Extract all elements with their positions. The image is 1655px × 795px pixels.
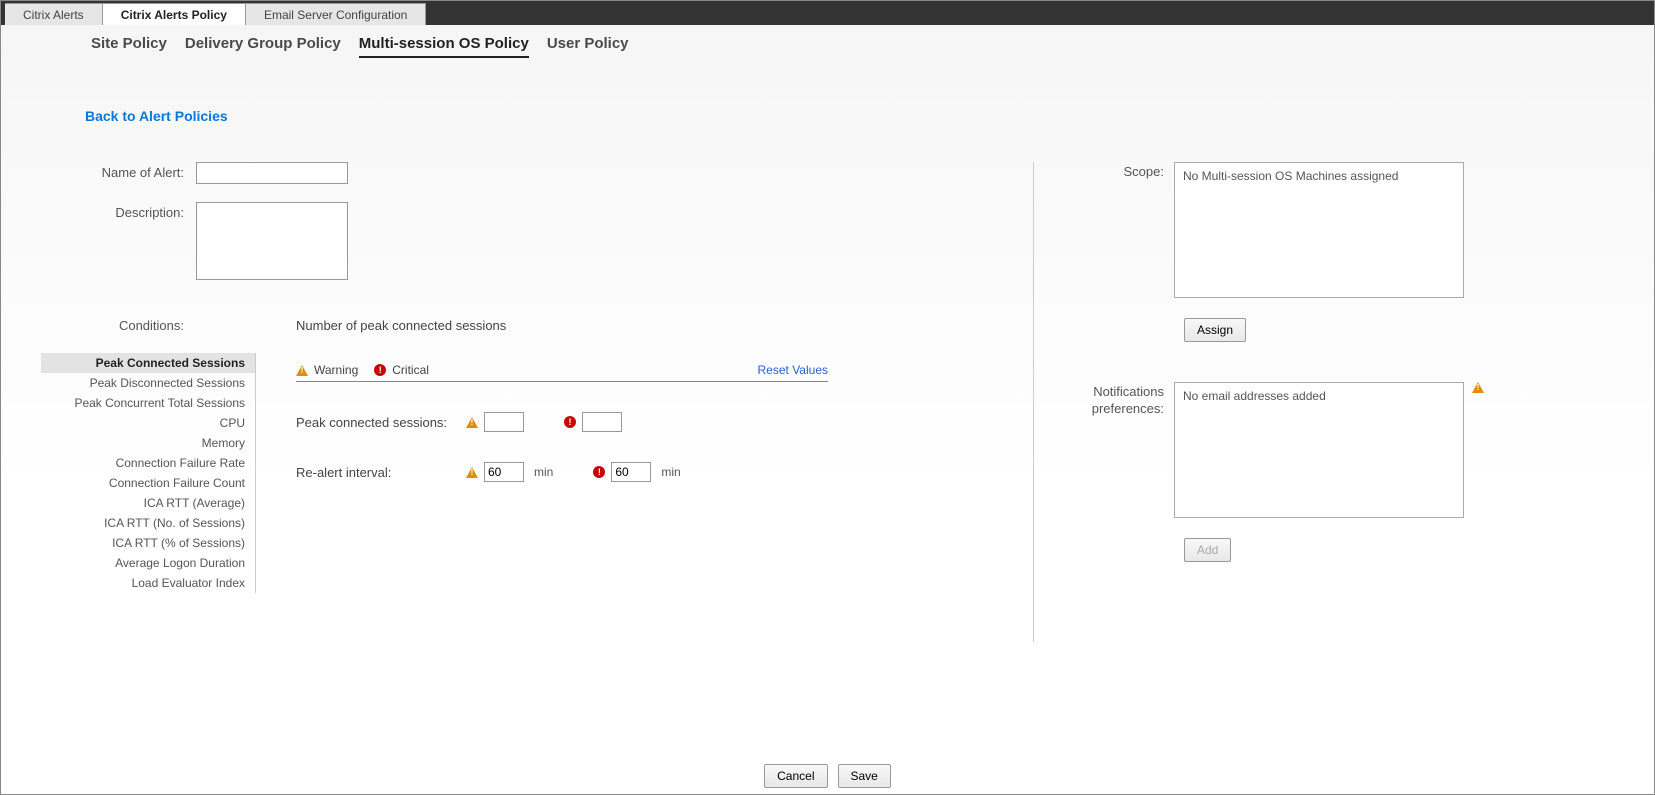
reset-values-link[interactable]: Reset Values [758,363,828,377]
subnav-user-policy[interactable]: User Policy [547,35,629,58]
condition-detail-title: Number of peak connected sessions [296,318,828,333]
realert-critical-input[interactable] [611,462,651,482]
condition-item-peak-disconnected[interactable]: Peak Disconnected Sessions [41,373,255,393]
condition-item-ica-rtt-sessions[interactable]: ICA RTT (No. of Sessions) [41,513,255,533]
condition-item-memory[interactable]: Memory [41,433,255,453]
warning-icon [466,417,478,428]
label-scope: Scope: [1074,162,1174,298]
legend-warning-label: Warning [314,363,358,377]
conditions-list: Peak Connected Sessions Peak Disconnecte… [41,353,255,593]
add-button[interactable]: Add [1184,538,1231,562]
label-name-of-alert: Name of Alert: [41,162,196,184]
top-tab-bar: Citrix Alerts Citrix Alerts Policy Email… [1,1,1654,25]
condition-item-conn-failure-rate[interactable]: Connection Failure Rate [41,453,255,473]
condition-item-ica-rtt-pct[interactable]: ICA RTT (% of Sessions) [41,533,255,553]
top-tab-citrix-alerts-policy[interactable]: Citrix Alerts Policy [103,3,246,25]
condition-item-peak-concurrent-total[interactable]: Peak Concurrent Total Sessions [41,393,255,413]
label-description: Description: [41,202,196,280]
condition-item-peak-connected[interactable]: Peak Connected Sessions [41,353,255,373]
subnav-site-policy[interactable]: Site Policy [91,35,167,58]
label-notifications-preferences: Notifications preferences: [1074,382,1174,518]
policy-subnav: Site Policy Delivery Group Policy Multi-… [1,25,1654,68]
condition-item-cpu[interactable]: CPU [41,413,255,433]
condition-item-load-evaluator-index[interactable]: Load Evaluator Index [41,573,255,593]
legend-critical-label: Critical [392,363,429,377]
param-peak-connected-label: Peak connected sessions: [296,415,466,430]
unit-min-critical: min [661,465,680,479]
top-tab-email-server-config[interactable]: Email Server Configuration [246,3,426,25]
peak-connected-warning-input[interactable] [484,412,524,432]
scope-box: No Multi-session OS Machines assigned [1174,162,1464,298]
cancel-button[interactable]: Cancel [764,764,827,788]
critical-icon: ! [374,364,386,376]
warning-icon [296,365,308,376]
top-tab-citrix-alerts[interactable]: Citrix Alerts [5,3,103,25]
warning-icon [1472,382,1484,393]
column-divider [1033,162,1034,642]
unit-min-warning: min [534,465,553,479]
assign-button[interactable]: Assign [1184,318,1246,342]
subnav-multisession-os-policy[interactable]: Multi-session OS Policy [359,35,529,58]
name-of-alert-input[interactable] [196,162,348,184]
condition-item-ica-rtt-avg[interactable]: ICA RTT (Average) [41,493,255,513]
peak-connected-critical-input[interactable] [582,412,622,432]
condition-item-conn-failure-count[interactable]: Connection Failure Count [41,473,255,493]
warning-icon [466,467,478,478]
save-button[interactable]: Save [838,764,891,788]
condition-item-avg-logon-duration[interactable]: Average Logon Duration [41,553,255,573]
subnav-delivery-group-policy[interactable]: Delivery Group Policy [185,35,341,58]
realert-warning-input[interactable] [484,462,524,482]
critical-icon: ! [593,466,605,478]
param-realert-label: Re-alert interval: [296,465,466,480]
notifications-box: No email addresses added [1174,382,1464,518]
label-conditions: Conditions: [41,318,196,333]
critical-icon: ! [564,416,576,428]
description-input[interactable] [196,202,348,280]
back-to-alert-policies-link[interactable]: Back to Alert Policies [1,68,1654,124]
